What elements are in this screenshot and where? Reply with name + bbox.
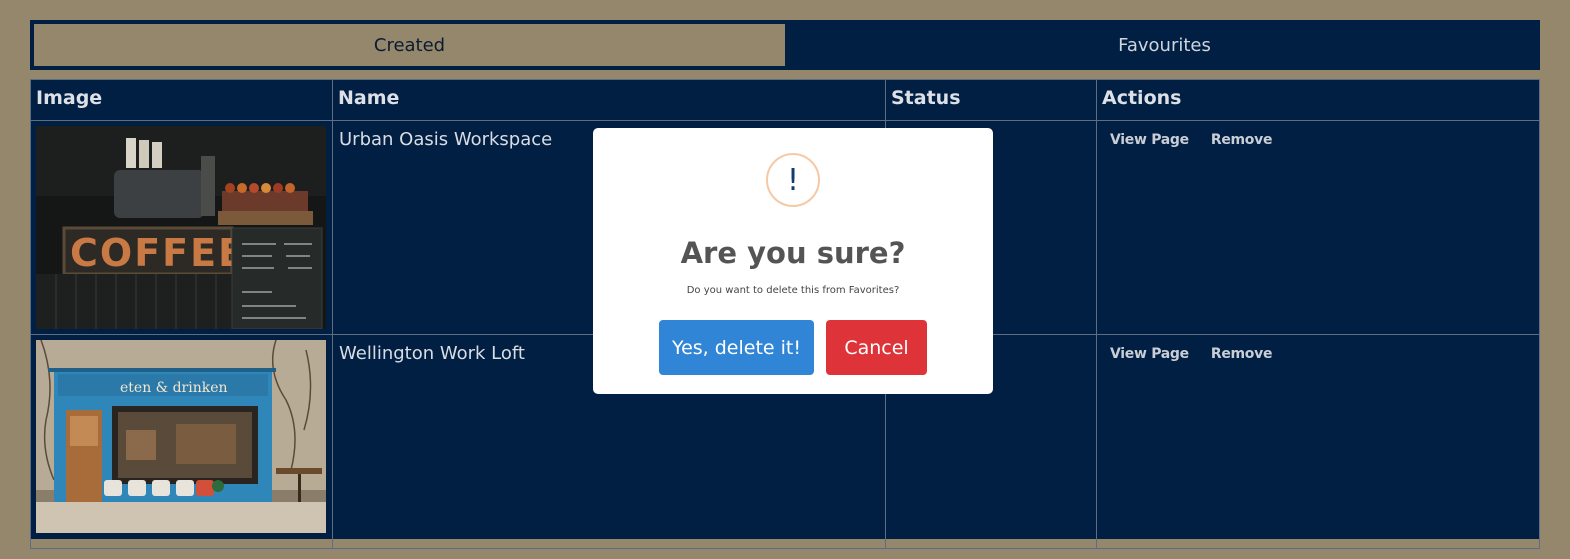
actions-cell: View Page Remove (1096, 120, 1540, 335)
tab-bar: Created Favourites (30, 20, 1540, 70)
dialog-title: Are you sure? (680, 236, 906, 270)
view-page-link[interactable]: View Page (1110, 346, 1189, 362)
cancel-button[interactable]: Cancel (826, 320, 927, 375)
remove-link[interactable]: Remove (1211, 132, 1273, 148)
header-status: Status (885, 79, 1097, 121)
remove-link[interactable]: Remove (1211, 346, 1273, 362)
warning-icon: ! (766, 153, 820, 207)
view-page-link[interactable]: View Page (1110, 132, 1189, 148)
confirm-dialog: ! Are you sure? Do you want to delete th… (593, 128, 993, 394)
blue-storefront-photo: eten & drinken (36, 340, 326, 543)
coffee-shop-photo: COFFEE (36, 126, 326, 329)
image-cell: eten & drinken (30, 334, 333, 549)
confirm-delete-button[interactable]: Yes, delete it! (659, 320, 814, 375)
tab-favourites[interactable]: Favourites (789, 20, 1540, 70)
header-actions: Actions (1096, 79, 1540, 121)
header-name: Name (332, 79, 886, 121)
table-header-row: Image Name Status Actions (30, 79, 1540, 121)
svg-text:eten & drinken: eten & drinken (120, 380, 228, 396)
header-image: Image (30, 79, 333, 121)
tab-created[interactable]: Created (30, 20, 789, 70)
actions-cell: View Page Remove (1096, 334, 1540, 549)
dialog-message: Do you want to delete this from Favorite… (686, 285, 900, 296)
image-cell: COFFEE (30, 120, 333, 335)
svg-text:COFFEE: COFFEE (70, 231, 246, 275)
